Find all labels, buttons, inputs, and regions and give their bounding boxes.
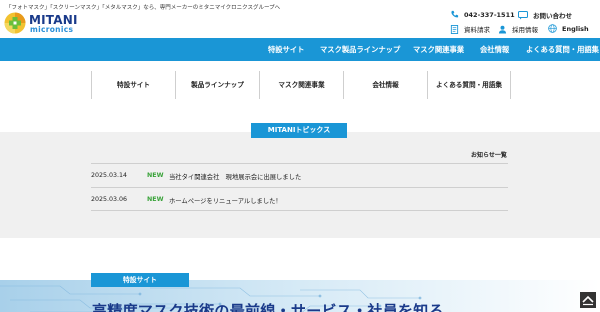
site-logo[interactable]: MITANI micronics	[4, 12, 84, 34]
nav-item-products[interactable]: マスク製品ラインナップ	[320, 38, 400, 61]
main-nav: 特設サイト マスク製品ラインナップ マスク関連事業 会社情報 よくある質問・用語…	[0, 38, 600, 61]
news-list-link[interactable]: お知らせ一覧	[471, 150, 507, 159]
phone-icon	[451, 10, 459, 18]
nav-item-faq[interactable]: よくある質問・用語集	[526, 38, 599, 61]
subnav-item-faq[interactable]: よくある質問・用語集	[427, 71, 511, 99]
contact-label: お問い合わせ	[533, 12, 572, 20]
nav-item-mask-business[interactable]: マスク関連事業	[413, 38, 464, 61]
sub-nav: 特設サイト 製品ラインナップ マスク関連事業 会社情報 よくある質問・用語集	[91, 71, 511, 99]
news-item[interactable]: 2025.03.14 NEW 当社タイ関連会社 現地展示会に出展しました	[91, 163, 508, 187]
subnav-item-special-site[interactable]: 特設サイト	[91, 71, 175, 99]
news-date: 2025.03.14	[91, 172, 128, 179]
nav-item-special-site[interactable]: 特設サイト	[268, 38, 304, 61]
new-badge: NEW	[147, 172, 164, 179]
logo-text-micronics: micronics	[30, 25, 74, 34]
header-tagline: 「フォトマスク」「スクリーンマスク」「メタルマスク」なら、専門メーカーのミタニマ…	[6, 5, 281, 11]
news-date: 2025.03.06	[91, 196, 128, 203]
page-top-button[interactable]	[580, 292, 596, 308]
news-title: ホームページをリニューアルしました！	[169, 198, 282, 205]
english-label: English	[562, 24, 589, 33]
new-badge: NEW	[147, 196, 164, 203]
topics-heading: MITANIトピックス	[251, 123, 347, 138]
chevron-up-icon	[582, 295, 594, 306]
news-title: 当社タイ関連会社 現地展示会に出展しました	[169, 174, 302, 181]
news-item[interactable]: 2025.03.06 NEW ホームページをリニューアルしました！	[91, 187, 508, 211]
recruit-label: 採用情報	[512, 26, 538, 34]
english-link[interactable]: English	[548, 24, 589, 33]
request-docs-label: 資料請求	[464, 26, 490, 34]
globe-icon	[548, 24, 557, 33]
person-icon	[498, 25, 507, 34]
request-docs-link[interactable]: 資料請求	[450, 24, 490, 34]
nav-item-company[interactable]: 会社情報	[480, 38, 509, 61]
recruit-link[interactable]: 採用情報	[498, 24, 538, 34]
phone-number[interactable]: 042-337-1511	[450, 10, 515, 19]
document-icon	[450, 24, 459, 34]
chat-icon	[518, 10, 528, 19]
special-site-title: 高精度マスク技術の最前線・サービス・社員を知る	[92, 302, 444, 312]
subnav-item-company[interactable]: 会社情報	[343, 71, 427, 99]
subnav-item-mask-business[interactable]: マスク関連事業	[259, 71, 343, 99]
contact-link[interactable]: お問い合わせ	[518, 10, 572, 20]
phone-number-text: 042-337-1511	[464, 10, 515, 19]
special-site-label: 特設サイト	[91, 273, 189, 287]
subnav-item-products[interactable]: 製品ラインナップ	[175, 71, 259, 99]
logo-mark-icon	[4, 12, 26, 34]
